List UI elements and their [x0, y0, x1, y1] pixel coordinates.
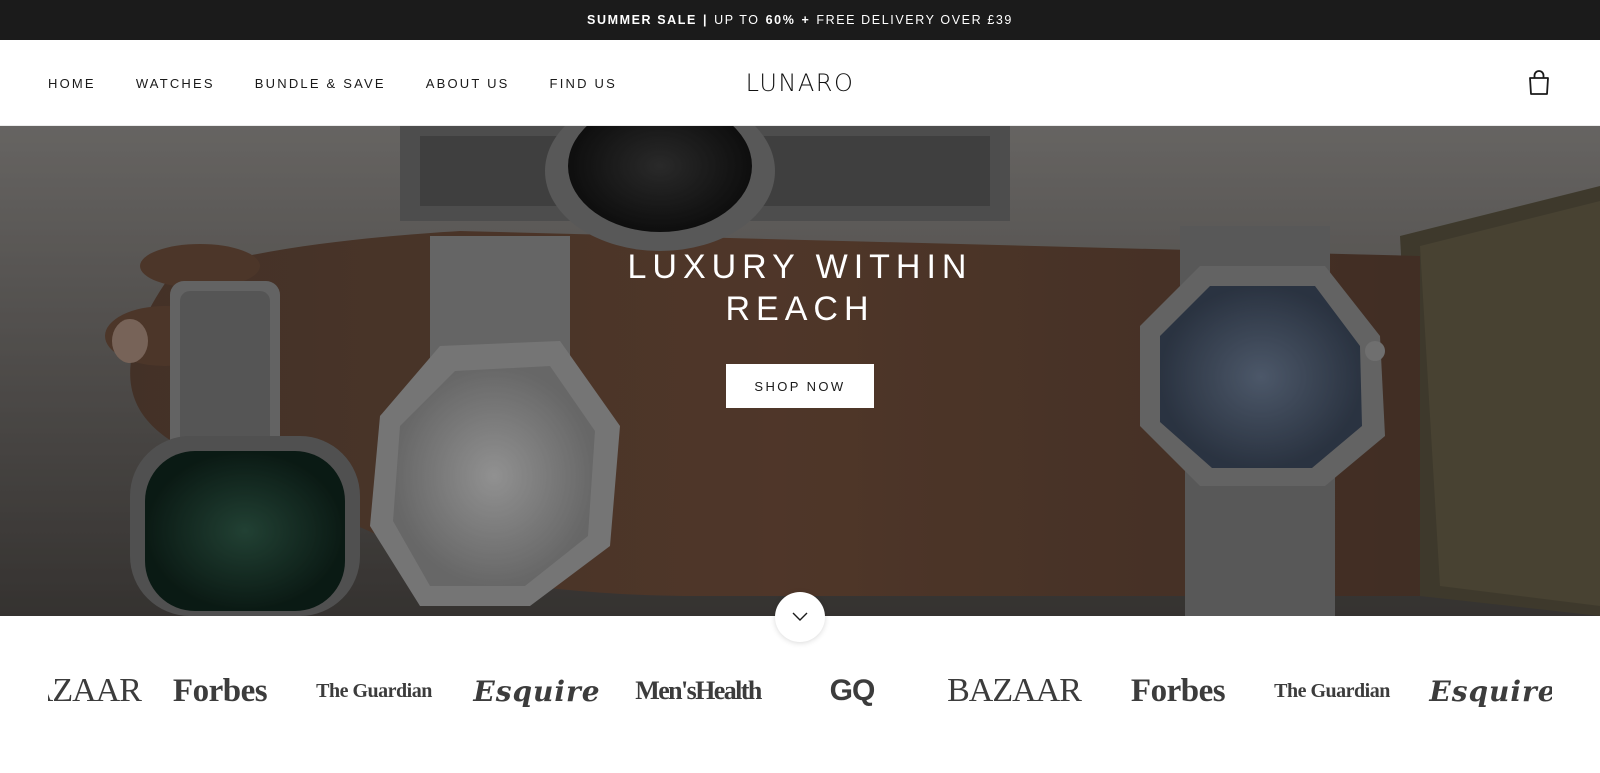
nav-home[interactable]: HOME [48, 76, 96, 91]
hero-title-line1: LUXURY WITHIN [627, 248, 973, 286]
nav-about-us[interactable]: ABOUT US [426, 76, 510, 91]
hero-banner: LUXURY WITHIN REACH SHOP NOW [0, 126, 1600, 616]
nav-watches[interactable]: WATCHES [136, 76, 215, 91]
press-logo-menshealth: Men'sHealth [635, 676, 762, 705]
nav-find-us[interactable]: FIND US [550, 76, 617, 91]
shopping-bag-icon[interactable] [1526, 69, 1552, 97]
chevron-down-icon [792, 612, 808, 621]
announcement-text-a: UP TO [714, 13, 760, 27]
shop-now-button[interactable]: SHOP NOW [726, 364, 874, 408]
press-logo-forbes-2: Forbes [1130, 672, 1226, 709]
announcement-text-b: FREE DELIVERY OVER £39 [816, 13, 1013, 27]
press-logo-esquire-2: Esquire [1429, 674, 1552, 708]
press-logo-esquire: Esquire [473, 674, 601, 708]
hero-headline: LUXURY WITHIN REACH [0, 246, 1600, 330]
announcement-bar: SUMMER SALE | UP TO 60% + FREE DELIVERY … [0, 0, 1600, 40]
press-logo-guardian: The Guardian [316, 680, 432, 702]
announcement-plus: + [801, 13, 811, 27]
press-logo-strip: BAZAAR Forbes The Guardian Esquire Men's… [48, 660, 1552, 722]
press-logo-gq: GQ [829, 674, 876, 707]
announcement-separator: | [702, 13, 709, 27]
hero-title-line2: REACH [725, 290, 875, 328]
main-nav: HOME WATCHES BUNDLE & SAVE ABOUT US FIND… [48, 40, 657, 126]
press-logo-bazaar-2: BAZAAR [947, 672, 1082, 709]
scroll-down-button[interactable] [775, 592, 825, 642]
site-header: HOME WATCHES BUNDLE & SAVE ABOUT US FIND… [0, 40, 1600, 126]
press-logo-guardian-2: The Guardian [1274, 680, 1390, 702]
site-logo[interactable]: LUNARO [746, 69, 855, 97]
nav-bundle-save[interactable]: BUNDLE & SAVE [255, 76, 386, 91]
announcement-sale-label: SUMMER SALE [587, 13, 697, 27]
announcement-percent: 60% [765, 13, 796, 27]
press-logo-bazaar: BAZAAR [48, 672, 142, 709]
press-logo-forbes: Forbes [172, 672, 268, 709]
